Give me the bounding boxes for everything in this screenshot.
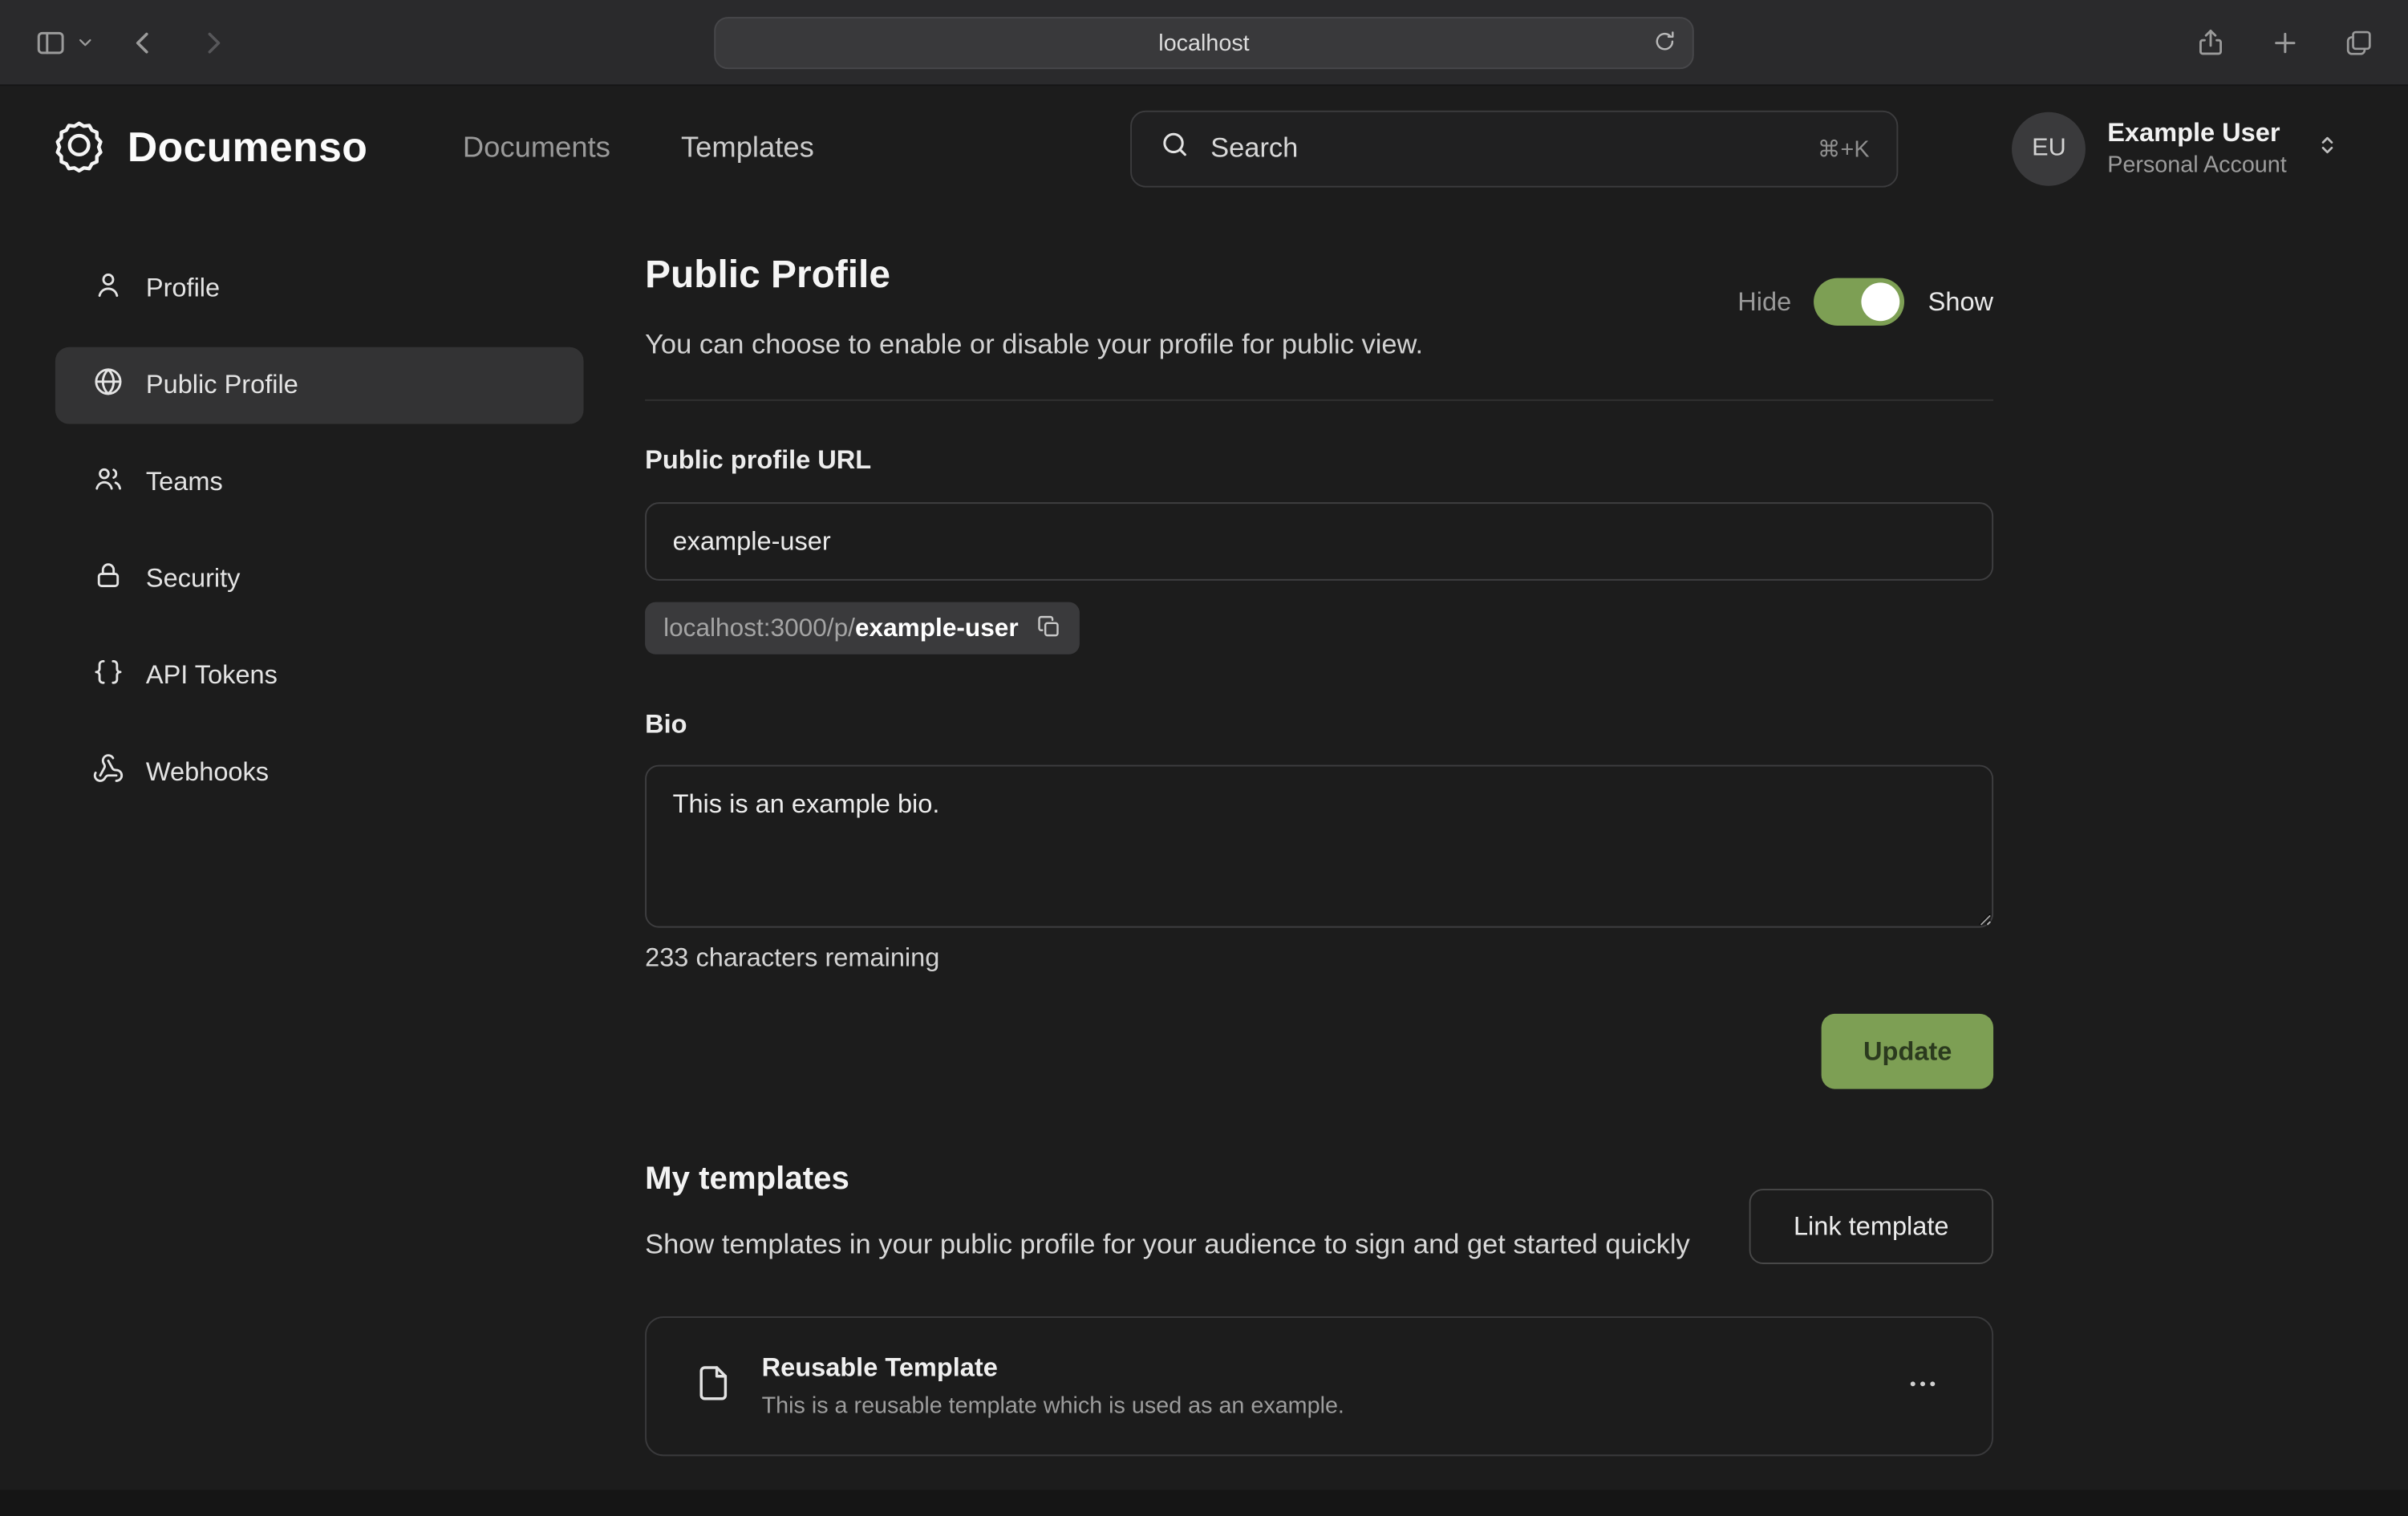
page-subtitle: You can choose to enable or disable your… <box>645 329 1423 361</box>
template-title: Reusable Template <box>762 1353 1900 1384</box>
lock-icon <box>92 559 124 599</box>
avatar: EU <box>2013 111 2086 185</box>
characters-remaining: 233 characters remaining <box>645 943 1993 974</box>
sidebar-item-teams[interactable]: Teams <box>55 444 584 521</box>
chevron-right-icon <box>198 27 229 58</box>
braces-icon <box>92 656 124 696</box>
search-icon <box>1160 129 1190 168</box>
update-row: Update <box>645 1014 1993 1089</box>
tabs-icon <box>2344 27 2374 58</box>
url-preview-prefix: localhost:3000/p/ <box>663 614 855 642</box>
page-head-text: Public Profile You can choose to enable … <box>645 247 1423 361</box>
toggle-knob <box>1862 282 1900 321</box>
page-title: Public Profile <box>645 253 1423 298</box>
screen: localhost <box>0 0 2408 1516</box>
chevrons-up-down-icon <box>2314 132 2341 165</box>
templates-head-text: My templates Show templates in your publ… <box>645 1161 1690 1264</box>
app-body: Profile Public Profile Teams Security <box>0 210 2408 1456</box>
main-nav: Documents Templates <box>463 132 814 165</box>
search-box[interactable]: ⌘+K <box>1131 110 1899 187</box>
sidebar-item-webhooks[interactable]: Webhooks <box>55 734 584 811</box>
user-menu[interactable]: EU Example User Personal Account <box>2013 111 2341 185</box>
file-icon <box>692 1359 734 1414</box>
template-card: Reusable Template This is a reusable tem… <box>645 1316 1993 1456</box>
section-divider <box>645 399 1993 401</box>
search-shortcut: ⌘+K <box>1818 135 1870 162</box>
chevron-down-icon <box>77 34 94 51</box>
sidebar-item-api-tokens[interactable]: API Tokens <box>55 638 584 715</box>
profile-visibility-toggle[interactable] <box>1814 278 1905 326</box>
user-text: Example User Personal Account <box>2107 116 2287 180</box>
sidebar-item-label: API Tokens <box>146 660 278 691</box>
settings-content: Public Profile You can choose to enable … <box>645 247 1993 1456</box>
tab-overview-button[interactable] <box>2337 21 2381 64</box>
template-menu-button[interactable] <box>1899 1361 1945 1412</box>
bio-textarea[interactable]: This is an example bio. <box>645 765 1993 928</box>
documenso-logo-icon <box>51 116 107 180</box>
show-label: Show <box>1928 286 1993 317</box>
template-description: This is a reusable template which is use… <box>762 1393 1900 1420</box>
visibility-toggle-row: Hide Show <box>1737 278 1993 326</box>
page-head: Public Profile You can choose to enable … <box>645 247 1993 361</box>
brand-name: Documenso <box>128 124 367 172</box>
link-template-button[interactable]: Link template <box>1749 1189 1993 1264</box>
back-button[interactable] <box>121 21 164 64</box>
window-bottom-strip <box>0 1490 2408 1516</box>
sidebar-item-label: Webhooks <box>146 757 269 788</box>
share-button[interactable] <box>2188 20 2233 65</box>
browser-right-controls <box>2188 20 2380 65</box>
nav-documents[interactable]: Documents <box>463 132 610 165</box>
copy-icon <box>1037 614 1062 642</box>
copy-url-button[interactable] <box>1037 614 1062 642</box>
refresh-icon <box>1652 29 1677 54</box>
sidebar-item-label: Teams <box>146 467 223 497</box>
hide-label: Hide <box>1737 286 1791 317</box>
sidebar-panel-icon <box>34 26 67 59</box>
sidebar-item-label: Security <box>146 564 241 594</box>
sidebar-item-public-profile[interactable]: Public Profile <box>55 347 584 424</box>
sidebar-item-profile[interactable]: Profile <box>55 250 584 327</box>
settings-sidebar: Profile Public Profile Teams Security <box>0 247 645 1456</box>
template-card-text: Reusable Template This is a reusable tem… <box>762 1353 1900 1419</box>
url-preview-slug: example-user <box>855 614 1019 642</box>
users-icon <box>92 462 124 502</box>
forward-button[interactable] <box>192 21 235 64</box>
search-input[interactable] <box>1210 132 1798 164</box>
sidebar-item-security[interactable]: Security <box>55 541 584 618</box>
browser-url-field[interactable]: localhost <box>714 17 1693 69</box>
sidebar-toggle-button[interactable] <box>27 19 73 65</box>
browser-url-text: localhost <box>1158 30 1249 56</box>
history-nav <box>121 21 235 64</box>
templates-description: Show templates in your public profile fo… <box>645 1224 1690 1264</box>
sidebar-item-label: Public Profile <box>146 370 298 400</box>
brand[interactable]: Documenso <box>51 116 367 180</box>
browser-chrome: localhost <box>0 0 2408 86</box>
refresh-button[interactable] <box>1646 23 1683 60</box>
share-icon <box>2195 26 2227 59</box>
templates-title: My templates <box>645 1161 1690 1198</box>
sidebar-menu-button[interactable] <box>71 27 99 56</box>
public-profile-url-input[interactable] <box>645 502 1993 581</box>
app-header: Documenso Documents Templates ⌘+K EU Exa… <box>0 86 2408 210</box>
account-type: Personal Account <box>2107 150 2287 180</box>
new-tab-button[interactable] <box>2264 21 2307 64</box>
chevron-left-icon <box>128 27 158 58</box>
user-icon <box>92 269 124 309</box>
update-button[interactable]: Update <box>1822 1014 1993 1089</box>
webhook-icon <box>92 752 124 792</box>
ellipsis-icon <box>1906 1367 1940 1405</box>
bio-field-label: Bio <box>645 710 1993 740</box>
templates-head: My templates Show templates in your publ… <box>645 1161 1993 1264</box>
nav-templates[interactable]: Templates <box>681 132 814 165</box>
sidebar-item-label: Profile <box>146 274 220 304</box>
globe-icon <box>92 366 124 406</box>
url-field-label: Public profile URL <box>645 445 1993 476</box>
plus-icon <box>2270 27 2301 58</box>
browser-left-controls <box>27 19 234 65</box>
url-preview-chip[interactable]: localhost:3000/p/example-user <box>645 602 1080 655</box>
user-name: Example User <box>2107 116 2287 150</box>
